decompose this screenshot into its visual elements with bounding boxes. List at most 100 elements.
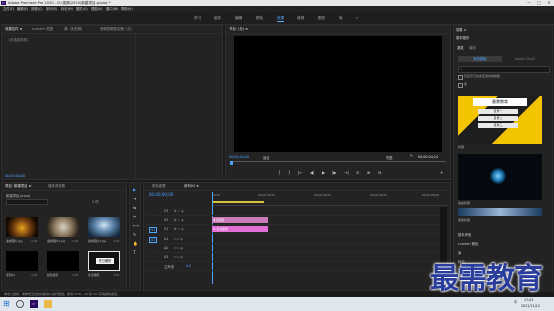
essential-sound-item[interactable]: 基本声音 bbox=[458, 232, 471, 237]
project-item-name-4: 序列01 bbox=[6, 273, 16, 277]
project-item-thumbnail-4[interactable] bbox=[6, 251, 38, 271]
project-item-thumbnail-5[interactable] bbox=[47, 251, 79, 271]
timeline-ruler[interactable]: 00;00 00;00;02;00 00;00;04;00 00;00;06;0… bbox=[212, 192, 448, 206]
program-timecode: 00;00;00;00 bbox=[229, 155, 250, 159]
tab-effects[interactable]: 效果 ≡ bbox=[456, 27, 466, 32]
tab-lumetri-scopes[interactable]: Lumetri 范围 bbox=[32, 26, 53, 33]
step-back-button[interactable]: ◀| bbox=[310, 170, 314, 175]
slip-tool-icon[interactable]: ⟷ bbox=[133, 223, 139, 228]
subtab-browse[interactable]: 浏览 bbox=[457, 45, 464, 50]
workspace-color[interactable]: 颜色 bbox=[256, 15, 263, 21]
workspace-libraries[interactable]: 库 bbox=[339, 15, 343, 21]
project-item-name-1: 素材图片.jpg bbox=[6, 239, 23, 243]
template-search-input[interactable]: ⌕ bbox=[458, 66, 550, 73]
in-app-checkbox[interactable] bbox=[458, 75, 463, 80]
project-item-name-3: 素材图片3.jpg bbox=[88, 239, 107, 243]
project-item-thumbnail-1[interactable] bbox=[6, 217, 38, 237]
track-mute-icon[interactable]: M S ◉ bbox=[174, 237, 183, 241]
program-video-display[interactable] bbox=[234, 36, 442, 152]
go-to-out-button[interactable]: →| bbox=[344, 170, 349, 175]
tab-color-matte[interactable]: 颜色遮罩 bbox=[152, 183, 166, 190]
template-thumbnail-simple[interactable] bbox=[458, 208, 542, 216]
project-item-thumbnail-6[interactable]: 冬日暖阳 bbox=[88, 251, 120, 271]
track-label-v2[interactable]: V2 bbox=[164, 218, 168, 222]
track-label-a1[interactable]: A1 bbox=[164, 237, 168, 241]
fit-dropdown[interactable]: 适合 bbox=[263, 155, 270, 160]
play-button[interactable]: ▶ bbox=[322, 170, 325, 175]
step-forward-button[interactable]: |▶ bbox=[332, 170, 336, 175]
subtab-edit[interactable]: 编辑 bbox=[469, 45, 476, 50]
folder-taskbar-icon[interactable] bbox=[44, 300, 52, 308]
tab-program[interactable]: 节目: (无) ≡ bbox=[229, 26, 248, 33]
selection-tool-icon[interactable]: ▶ bbox=[133, 187, 136, 192]
clip-title[interactable]: fx 冬日暖阳 bbox=[212, 226, 268, 232]
source-patch-v1[interactable]: V1 bbox=[149, 227, 158, 233]
premiere-taskbar-icon[interactable]: Pr bbox=[30, 300, 38, 308]
tab-media-browser[interactable]: 媒体浏览器 bbox=[48, 183, 65, 190]
project-search-input[interactable] bbox=[6, 199, 48, 205]
track-row-a2: A2 M S ◉ bbox=[146, 244, 448, 253]
project-item-thumbnail-3[interactable] bbox=[88, 217, 120, 237]
razor-tool-icon[interactable]: ✂ bbox=[133, 214, 136, 219]
workspace-audio[interactable]: 音频 bbox=[297, 15, 304, 21]
tab-effect-controls[interactable]: 效果控件 ≡ bbox=[5, 26, 22, 33]
in-app-checkbox-label: 仅显示已在此应用中的模板 bbox=[464, 74, 501, 78]
clip-color-matte[interactable]: 冬日暖阳 bbox=[212, 217, 268, 223]
program-scrubber[interactable] bbox=[230, 161, 446, 165]
tab-project[interactable]: 项目: 新建项目 ≡ bbox=[5, 183, 31, 190]
track-select-tool-icon[interactable]: ⇥ bbox=[133, 196, 136, 201]
template-thumbnail-title[interactable]: 最需教育 目录一 目录二 目录三 bbox=[458, 96, 542, 144]
language-indicator[interactable]: 中 bbox=[514, 299, 517, 304]
adobe-stock-button[interactable]: Adobe Stock bbox=[503, 56, 547, 62]
button-editor-button[interactable]: + bbox=[440, 170, 443, 175]
track-row-v3: V3 ◘ ▭ ◉ bbox=[146, 207, 448, 216]
item-count: 5 项 bbox=[92, 200, 99, 204]
workspace-assembly[interactable]: 组件 bbox=[214, 15, 221, 21]
lift-button[interactable]: ⊡ bbox=[356, 170, 359, 175]
pen-tool-icon[interactable]: ✎ bbox=[133, 232, 136, 237]
workspace-editing[interactable]: 编辑 bbox=[235, 15, 242, 21]
type-tool-icon[interactable]: T bbox=[133, 250, 135, 255]
tab-source[interactable]: 源: (无剪辑) bbox=[64, 26, 82, 33]
track-lock-icon[interactable]: ◘ ▭ ◉ bbox=[174, 209, 184, 213]
windows-start-icon[interactable]: ⊞ bbox=[3, 300, 11, 308]
project-item-thumbnail-2[interactable] bbox=[47, 217, 79, 237]
master-track-value[interactable]: 0.0 bbox=[186, 264, 191, 268]
extract-button[interactable]: ⊞ bbox=[367, 170, 370, 175]
track-label-a2[interactable]: A2 bbox=[164, 246, 168, 250]
tab-audio-clip-mixer[interactable]: 音频剪辑混合器: (无) bbox=[100, 26, 132, 33]
workspace-graphics[interactable]: 图形 bbox=[318, 15, 325, 21]
project-item-name-6: 冬日暖阳 bbox=[88, 273, 100, 277]
quality-dropdown[interactable]: 完整 bbox=[386, 155, 393, 160]
template-thumbnail-motion[interactable] bbox=[458, 154, 542, 200]
source-patch-a1[interactable]: A1 bbox=[149, 237, 158, 243]
lumetri-color-item[interactable]: Lumetri 颜色 bbox=[458, 241, 478, 246]
tab-essential-graphics[interactable]: 基本图形 bbox=[456, 35, 469, 40]
mark-in-button[interactable]: { bbox=[278, 170, 281, 175]
track-row-a3: A3 M S ◉ bbox=[146, 253, 448, 262]
hand-tool-icon[interactable]: ✋ bbox=[133, 241, 138, 246]
track-solo-icon[interactable]: M S ◉ bbox=[174, 246, 183, 250]
template-line-1: 目录一 bbox=[478, 109, 518, 114]
search-icon[interactable] bbox=[16, 300, 24, 308]
work-area-bar[interactable] bbox=[212, 201, 264, 203]
track-label-v1[interactable]: V1 bbox=[164, 227, 168, 231]
track-record-icon[interactable]: M S ◉ bbox=[174, 255, 183, 259]
my-templates-button[interactable]: 我的模板 bbox=[458, 56, 502, 62]
tools-panel: ▶ ⇥ ⇆ ✂ ⟷ ✎ ✋ T bbox=[129, 182, 141, 291]
libraries-item[interactable]: 库 bbox=[458, 250, 461, 255]
track-eye-icon[interactable]: ◘ ▭ ◉ bbox=[174, 227, 184, 231]
tab-sequence-01[interactable]: 序列01 ≡ bbox=[184, 183, 199, 190]
wrench-icon[interactable]: ✎ bbox=[410, 154, 413, 159]
mark-out-button[interactable]: } bbox=[288, 170, 291, 175]
export-frame-button[interactable]: ⊟ bbox=[378, 170, 381, 175]
track-label-a3[interactable]: A3 bbox=[164, 255, 168, 259]
workspace-effects[interactable]: 效果 bbox=[277, 15, 285, 22]
ripple-edit-tool-icon[interactable]: ⇆ bbox=[133, 205, 136, 210]
library-checkbox[interactable] bbox=[458, 83, 463, 88]
track-label-v3[interactable]: V3 bbox=[164, 209, 168, 213]
workspace-learn[interactable]: 学习 bbox=[194, 15, 201, 21]
workspace-more-icon[interactable]: » bbox=[356, 15, 358, 21]
track-visibility-icon[interactable]: ◘ ▭ ◉ bbox=[174, 218, 184, 222]
go-to-in-button[interactable]: |← bbox=[298, 170, 303, 175]
